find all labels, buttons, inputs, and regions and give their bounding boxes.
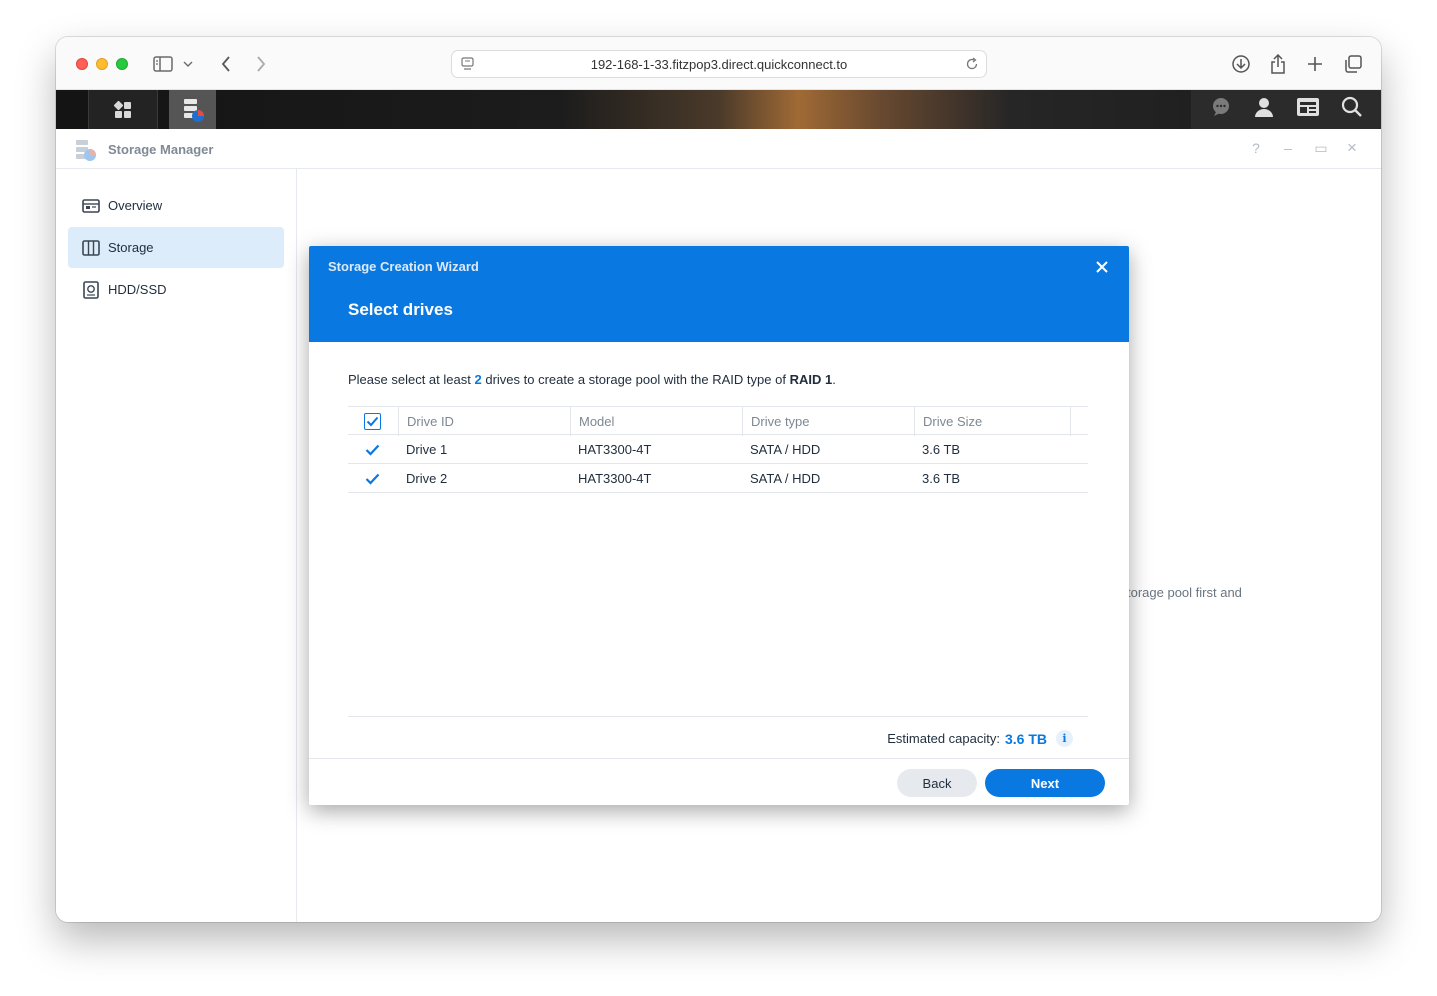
sidebar-item-hdd-ssd[interactable]: HDD/SSD xyxy=(68,269,284,310)
column-header-drive-size[interactable]: Drive Size xyxy=(914,407,1071,436)
next-button[interactable]: Next xyxy=(985,769,1105,797)
sidebar: Overview Storage HDD/SSD xyxy=(56,169,297,922)
app-title: Storage Manager xyxy=(108,142,214,157)
info-icon[interactable]: i xyxy=(1056,730,1073,747)
forward-arrow-icon[interactable] xyxy=(250,53,272,75)
storage-creation-wizard: Storage Creation Wizard Select drives Pl… xyxy=(309,246,1129,805)
widgets-icon[interactable] xyxy=(1296,96,1320,123)
search-icon[interactable] xyxy=(1341,96,1363,123)
drive-size-cell: 3.6 TB xyxy=(922,442,961,457)
dsm-taskbar xyxy=(56,90,1381,129)
wizard-step-title: Select drives xyxy=(348,300,453,319)
browser-toolbar: 192-168-1-33.fitzpop3.direct.quickconnec… xyxy=(56,37,1381,90)
tab-overview-icon[interactable] xyxy=(1342,53,1364,75)
sidebar-item-storage[interactable]: Storage xyxy=(68,227,284,268)
column-header-drive-id[interactable]: Drive ID xyxy=(398,407,570,436)
storage-manager-app-icon xyxy=(74,138,98,167)
drive-type-cell: SATA / HDD xyxy=(750,442,821,457)
reload-icon[interactable] xyxy=(964,56,980,77)
capacity-label: Estimated capacity: xyxy=(887,731,1000,746)
select-all-cell xyxy=(348,407,398,436)
chat-icon[interactable] xyxy=(1210,96,1232,123)
new-tab-icon[interactable] xyxy=(1304,53,1326,75)
help-icon[interactable]: ? xyxy=(1248,140,1264,156)
minimize-icon[interactable]: – xyxy=(1280,140,1296,156)
sidebar-item-label: Overview xyxy=(108,198,163,213)
drive-1-checkbox[interactable] xyxy=(364,441,381,458)
sidebar-item-overview[interactable]: Overview xyxy=(68,185,284,226)
raid-type: RAID 1 xyxy=(789,372,833,387)
main-menu-icon xyxy=(113,100,131,118)
close-icon[interactable] xyxy=(1093,258,1111,276)
wizard-footer: Back Next xyxy=(309,758,1129,805)
browser-window: 192-168-1-33.fitzpop3.direct.quickconnec… xyxy=(56,37,1381,922)
taskbar-tray xyxy=(1191,90,1381,129)
share-icon[interactable] xyxy=(1267,53,1289,75)
main-menu-button[interactable] xyxy=(88,90,158,129)
download-icon[interactable] xyxy=(1230,53,1252,75)
table-row[interactable]: Drive 1 HAT3300-4T SATA / HDD 3.6 TB xyxy=(348,435,1088,464)
estimated-capacity: Estimated capacity: 3.6 TB i xyxy=(887,730,1073,747)
user-icon[interactable] xyxy=(1253,96,1275,123)
select-all-checkbox[interactable] xyxy=(364,413,381,430)
drive-id-cell: Drive 1 xyxy=(406,442,448,457)
model-cell: HAT3300-4T xyxy=(578,471,652,486)
overview-icon xyxy=(82,197,100,215)
column-header-drive-type[interactable]: Drive type xyxy=(742,407,914,436)
capacity-value: 3.6 TB xyxy=(1004,730,1047,747)
drive-type-cell: SATA / HDD xyxy=(750,471,821,486)
sidebar-item-label: Storage xyxy=(108,240,154,255)
zoom-window-button[interactable] xyxy=(116,58,128,70)
table-header-row: Drive ID Model Drive type Drive Size xyxy=(348,406,1088,436)
sidebar-item-label: HDD/SSD xyxy=(108,282,167,297)
table-row[interactable]: Drive 2 HAT3300-4T SATA / HDD 3.6 TB xyxy=(348,464,1088,493)
wizard-instruction: Please select at least 2 drives to creat… xyxy=(348,372,836,387)
restore-icon[interactable]: ▭ xyxy=(1313,140,1329,156)
drives-table: Drive ID Model Drive type Drive Size Dri… xyxy=(348,406,1088,493)
column-header-model[interactable]: Model xyxy=(570,407,742,436)
background-hint-text: torage pool first and xyxy=(1127,585,1242,600)
wizard-name: Storage Creation Wizard xyxy=(328,259,479,274)
back-arrow-icon[interactable] xyxy=(215,53,237,75)
model-cell: HAT3300-4T xyxy=(578,442,652,457)
hdd-icon xyxy=(82,280,100,299)
minimize-window-button[interactable] xyxy=(96,58,108,70)
storage-manager-icon xyxy=(183,98,204,122)
close-window-button[interactable] xyxy=(76,58,88,70)
chevron-down-icon[interactable] xyxy=(182,53,194,75)
divider xyxy=(348,716,1088,717)
drive-size-cell: 3.6 TB xyxy=(922,471,961,486)
address-bar[interactable]: 192-168-1-33.fitzpop3.direct.quickconnec… xyxy=(451,50,987,78)
storage-icon xyxy=(82,239,100,257)
storage-manager-taskbar-button[interactable] xyxy=(169,90,216,129)
wizard-header: Storage Creation Wizard Select drives xyxy=(309,246,1129,342)
back-button[interactable]: Back xyxy=(897,769,977,797)
drive-id-cell: Drive 2 xyxy=(406,471,448,486)
drive-2-checkbox[interactable] xyxy=(364,470,381,487)
app-title-bar: Storage Manager ? – ▭ × xyxy=(56,129,1381,169)
sidebar-toggle-icon[interactable] xyxy=(152,53,174,75)
min-drives-count: 2 xyxy=(474,372,482,387)
url-text[interactable]: 192-168-1-33.fitzpop3.direct.quickconnec… xyxy=(452,57,986,72)
close-icon[interactable]: × xyxy=(1344,139,1360,156)
